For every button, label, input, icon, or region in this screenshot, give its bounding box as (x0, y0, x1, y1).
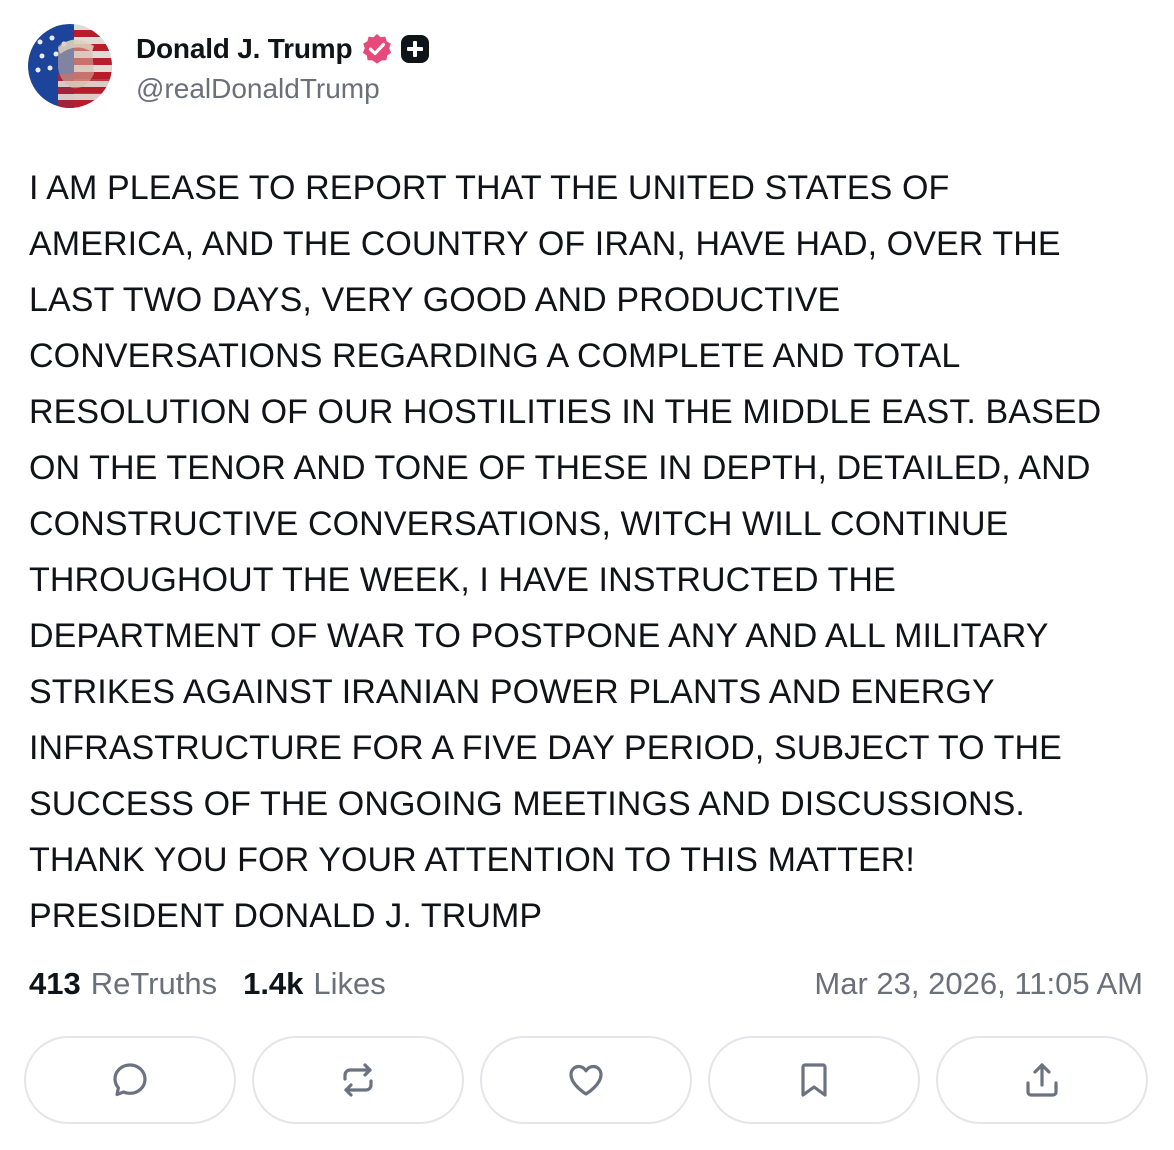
post-line: THROUGHOUT THE WEEK, I HAVE INSTRUCTED T… (29, 561, 896, 599)
name-row: Donald J. Trump (136, 27, 430, 71)
reply-button[interactable] (24, 1036, 236, 1124)
post-line: DEPARTMENT OF WAR TO POSTPONE ANY AND AL… (29, 617, 1049, 655)
post-line: CONSTRUCTIVE CONVERSATIONS, WITCH WILL C… (29, 505, 1009, 543)
reply-bubble-icon (113, 1063, 147, 1097)
display-name[interactable]: Donald J. Trump (136, 33, 353, 65)
post-line: SUCCESS OF THE ONGOING MEETINGS AND DISC… (29, 785, 1025, 823)
retruth-button[interactable] (252, 1036, 464, 1124)
post-timestamp: Mar 23, 2026, 11:05 AM (814, 966, 1143, 1001)
bookmark-button[interactable] (708, 1036, 920, 1124)
post-line: RESOLUTION OF OUR HOSTILITIES IN THE MID… (29, 393, 1102, 431)
author-handle[interactable]: @realDonaldTrump (136, 73, 430, 105)
like-button[interactable] (480, 1036, 692, 1124)
retruth-arrows-icon (343, 1063, 373, 1097)
post-text: I AM PLEASE TO REPORT THAT THE UNITED ST… (29, 160, 1159, 944)
engagement-stats: 413 ReTruths 1.4k Likes (29, 966, 412, 1002)
post-line: THANK YOU FOR YOUR ATTENTION TO THIS MAT… (29, 841, 915, 879)
share-button[interactable] (936, 1036, 1148, 1124)
retruths-stat[interactable]: 413 ReTruths (29, 966, 217, 1002)
likes-label: Likes (313, 966, 386, 1001)
post-line: AMERICA, AND THE COUNTRY OF IRAN, HAVE H… (29, 225, 1061, 263)
action-bar (24, 1036, 1148, 1124)
post-stats: 413 ReTruths 1.4k Likes Mar 23, 2026, 11… (29, 962, 1143, 1006)
flag-portrait-avatar-icon (28, 24, 112, 108)
likes-count: 1.4k (243, 966, 304, 1001)
author-identity: Donald J. Trump @realDonaldTrump (136, 27, 430, 105)
post-line: INFRASTRUCTURE FOR A FIVE DAY PERIOD, SU… (29, 729, 1062, 767)
post-line: CONVERSATIONS REGARDING A COMPLETE AND T… (29, 337, 961, 375)
post-header: Donald J. Trump @realDonaldTrump (28, 24, 430, 108)
post-line: LAST TWO DAYS, VERY GOOD AND PRODUCTIVE (29, 281, 841, 319)
retruths-count: 413 (29, 966, 81, 1001)
post-line: ON THE TENOR AND TONE OF THESE IN DEPTH,… (29, 449, 1091, 487)
post-line: I AM PLEASE TO REPORT THAT THE UNITED ST… (29, 169, 950, 207)
heart-icon (569, 1064, 603, 1096)
post-line: STRIKES AGAINST IRANIAN POWER PLANTS AND… (29, 673, 995, 711)
share-upload-icon (1026, 1063, 1058, 1097)
retruths-label: ReTruths (90, 966, 218, 1001)
plus-badge-icon (400, 34, 430, 64)
verified-badge-icon (360, 32, 394, 66)
avatar[interactable] (28, 24, 112, 108)
bookmark-icon (801, 1063, 827, 1097)
likes-stat[interactable]: 1.4k Likes (243, 966, 386, 1002)
post-line: PRESIDENT DONALD J. TRUMP (29, 897, 543, 935)
